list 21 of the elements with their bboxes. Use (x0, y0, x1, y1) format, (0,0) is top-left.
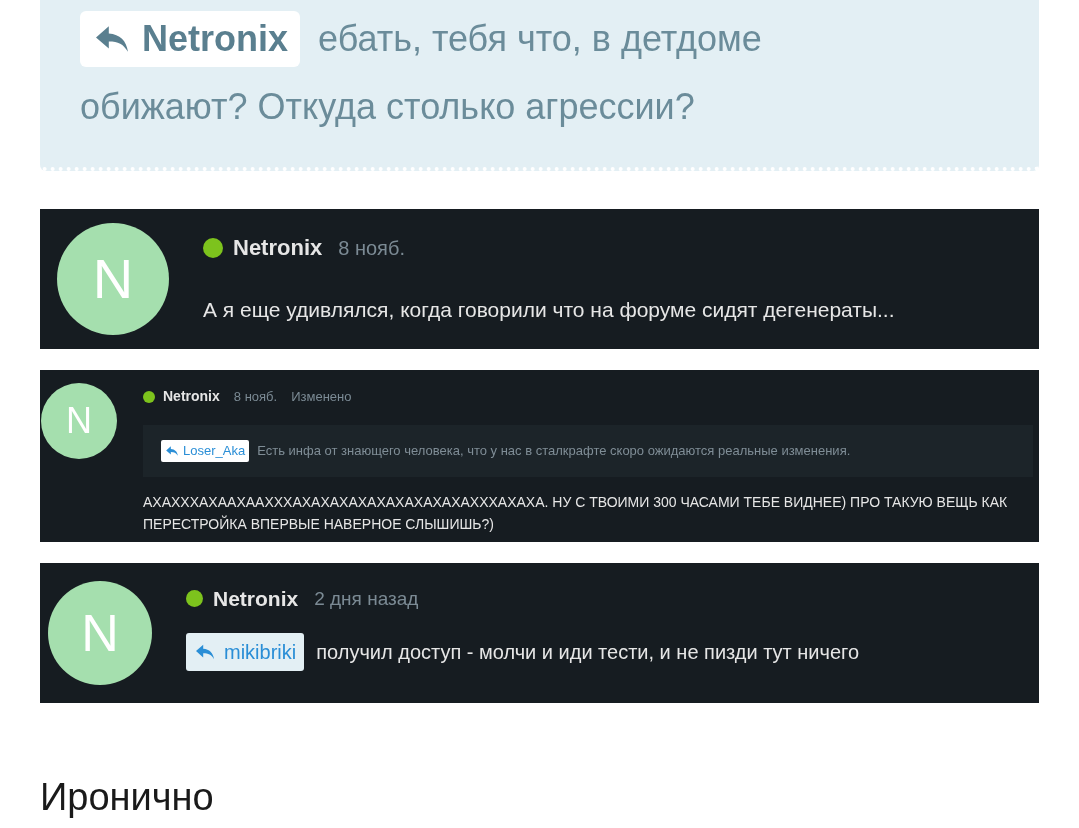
comment-date: 8 нояб. (233, 387, 278, 406)
avatar: N (48, 581, 152, 685)
author-name[interactable]: Netronix (233, 231, 323, 264)
edited-label: Изменено (291, 387, 352, 406)
comment-text: А я еще удивлялся, когда говорили что на форуме сидят дегенераты... (203, 297, 896, 323)
section-heading: Иронично (40, 775, 215, 819)
comment-date: 8 нояб. (338, 235, 405, 261)
author-name[interactable]: Netronix (163, 386, 220, 407)
reply-chip[interactable]: Netronix (80, 11, 301, 67)
quote-text: ебать, тебя что, в детдоме (318, 17, 762, 61)
author-name[interactable]: Netronix (213, 583, 299, 615)
avatar: N (41, 383, 117, 459)
quote-text: обижают? Откуда столько агрессии? (80, 85, 696, 129)
reply-chip[interactable]: Loser_Aka (161, 440, 250, 462)
comment-date: 2 дня назад (314, 586, 419, 611)
reply-icon (194, 642, 216, 661)
quote-text: Есть инфа от знающего человека, что у нас в сталкрафте скоро ожидаются реальные изменения. (257, 442, 851, 461)
avatar: N (57, 223, 169, 335)
comment-text: АХАХХХАХААХААХХХАХАХАХАХАХАХАХАХАХАХХХАХАХА. НУ С ТВОИМИ 300 ЧАСАМИ ТЕБЕ ВИДНЕЕ) ПРО ТАКУЮ ВЕЩЬ КАК ПЕРЕСТРОЙКА ВПЕРВЫЕ НАВЕРНОЕ СЛЫШИШЬ?) (143, 493, 1009, 534)
comment-text: получил доступ - молчи и иди тести, и не пизди тут ничего (316, 639, 860, 665)
reply-icon (165, 445, 179, 457)
